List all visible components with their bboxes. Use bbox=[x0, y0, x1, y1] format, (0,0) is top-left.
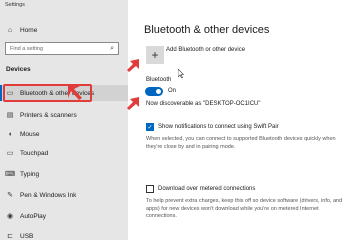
window-title: Settings bbox=[5, 2, 25, 8]
page-title: Bluetooth & other devices bbox=[144, 24, 270, 36]
active-indicator bbox=[0, 85, 2, 101]
sidebar-item-typing[interactable]: ⌨ Typing bbox=[0, 166, 128, 182]
sidebar-item-usb[interactable]: ⊏ USB bbox=[0, 228, 128, 240]
add-device-label[interactable]: Add Bluetooth or other device bbox=[166, 47, 245, 53]
annotation-arrow-icon bbox=[127, 97, 139, 110]
sidebar-item-label: Pen & Windows Ink bbox=[20, 191, 77, 199]
autoplay-icon: ◉ bbox=[6, 213, 14, 220]
annotation-arrow-icon bbox=[127, 59, 139, 72]
sidebar-item-touchpad[interactable]: ▭ Touchpad bbox=[0, 145, 128, 161]
bluetooth-heading: Bluetooth bbox=[146, 77, 172, 83]
checkmark-icon: ✓ bbox=[147, 124, 153, 131]
annotation-arrow-icon bbox=[68, 86, 82, 100]
touchpad-icon: ▭ bbox=[6, 150, 14, 157]
keyboard-icon: ⌨ bbox=[4, 171, 16, 178]
sidebar-item-label: Touchpad bbox=[20, 149, 49, 157]
swift-pair-description: When selected, you can connect to suppor… bbox=[146, 136, 336, 150]
bluetooth-toggle[interactable] bbox=[145, 87, 163, 96]
sidebar: Settings ⌂ Home Find a setting ⌕ Devices… bbox=[0, 0, 128, 240]
section-label: Devices bbox=[6, 66, 31, 73]
metered-description: To help prevent extra charges, keep this… bbox=[146, 198, 343, 219]
sidebar-item-label: Home bbox=[20, 26, 38, 34]
metered-checkbox[interactable] bbox=[146, 185, 154, 193]
search-icon[interactable]: ⌕ bbox=[110, 45, 114, 53]
swift-pair-label[interactable]: Show notifications to connect using Swif… bbox=[158, 124, 279, 130]
mouse-cursor-icon bbox=[178, 69, 184, 78]
search-placeholder: Find a setting bbox=[10, 45, 44, 52]
metered-label[interactable]: Download over metered connections bbox=[158, 186, 255, 192]
toggle-knob bbox=[156, 89, 161, 94]
swift-pair-checkbox[interactable]: ✓ bbox=[146, 123, 154, 131]
add-device-button[interactable]: + bbox=[146, 46, 164, 64]
mouse-icon: ◖ bbox=[7, 130, 13, 138]
sidebar-item-label: Typing bbox=[20, 170, 40, 178]
sidebar-item-mouse[interactable]: ◖ Mouse bbox=[0, 126, 128, 142]
sidebar-item-pen[interactable]: ✎ Pen & Windows Ink bbox=[0, 187, 128, 203]
toggle-state-label: On bbox=[168, 88, 177, 94]
sidebar-item-label: Printers & scanners bbox=[20, 111, 77, 119]
main-content: Bluetooth & other devices + Add Bluetoot… bbox=[128, 0, 360, 240]
discoverable-status: Now discoverable as "DESKTOP-OC1ICU" bbox=[146, 101, 261, 107]
sidebar-item-label: USB bbox=[20, 232, 34, 240]
sidebar-item-label: Mouse bbox=[20, 130, 40, 138]
plus-icon: + bbox=[151, 48, 159, 62]
sidebar-item-autoplay[interactable]: ◉ AutoPlay bbox=[0, 208, 128, 224]
sidebar-item-home[interactable]: ⌂ Home bbox=[0, 22, 128, 38]
pen-icon: ✎ bbox=[7, 192, 13, 199]
sidebar-item-printers[interactable]: ▤ Printers & scanners bbox=[0, 107, 128, 123]
usb-icon: ⊏ bbox=[7, 233, 13, 240]
search-input[interactable]: Find a setting ⌕ bbox=[5, 42, 119, 55]
sidebar-item-label: AutoPlay bbox=[20, 212, 47, 220]
home-icon: ⌂ bbox=[7, 26, 13, 34]
printer-icon: ▤ bbox=[6, 112, 14, 119]
